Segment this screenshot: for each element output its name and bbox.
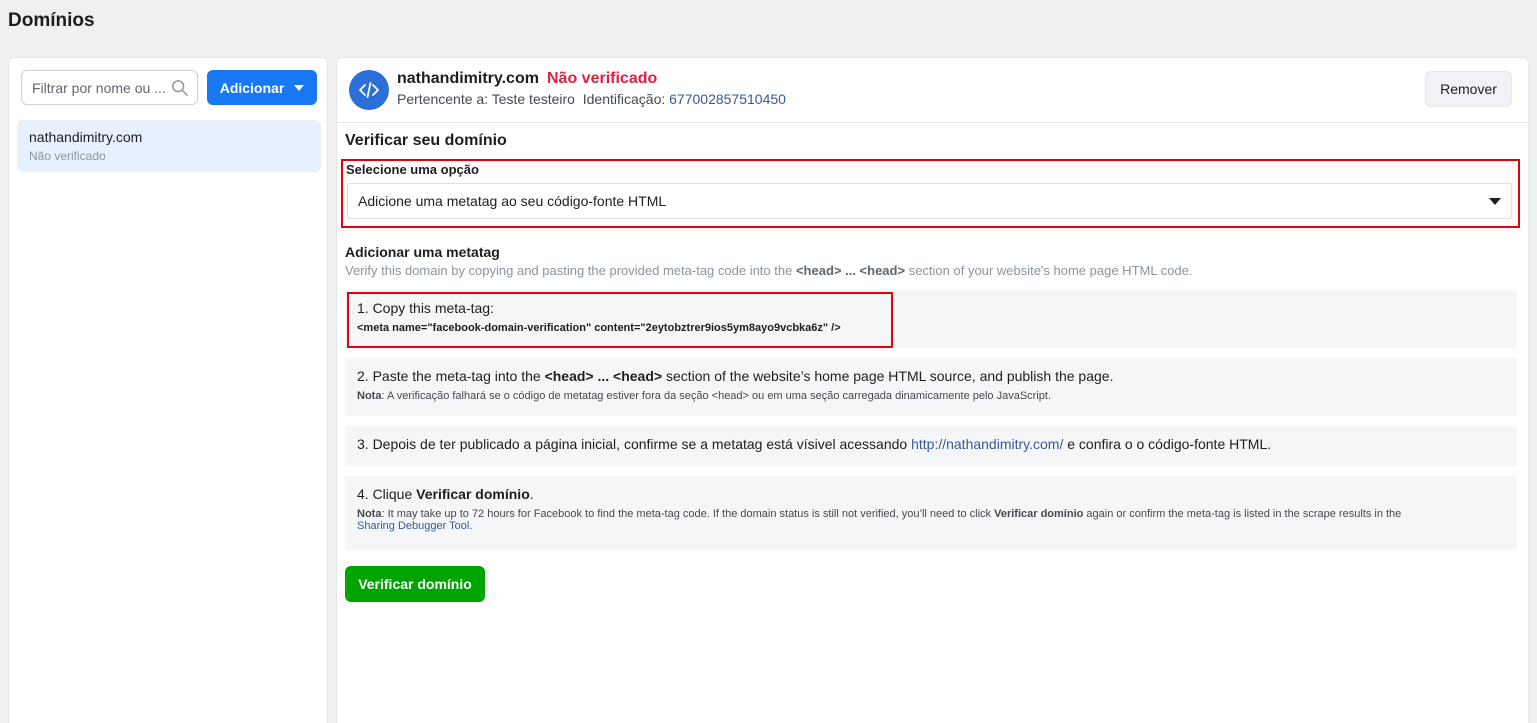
select-value: Adicione uma metatag ao seu código-fonte…: [358, 193, 667, 209]
domain-detail-panel: nathandimitry.com Não verificado Pertenc…: [336, 57, 1529, 723]
step2-note: Nota: A verificação falhará se o código …: [357, 390, 1505, 402]
step3-text: 3. Depois de ter publicado a página inic…: [357, 436, 1505, 452]
step4-bold: Verificar domínio: [416, 486, 530, 502]
option-select-group: Selecione uma opção Adicione uma metatag…: [341, 159, 1520, 228]
note-text: : It may take up to 72 hours for Faceboo…: [381, 508, 995, 520]
detail-header: nathandimitry.com Não verificado Pertenc…: [337, 58, 1528, 123]
step2-suffix: section of the website’s home page HTML …: [662, 368, 1114, 384]
remove-button[interactable]: Remover: [1425, 71, 1512, 107]
note-text-cont: again or confirm the meta-tag is listed …: [1083, 508, 1402, 520]
step2-tag: <head> ... <head>: [544, 368, 663, 384]
owner-name: Teste testeiro: [491, 91, 575, 107]
step3-prefix: 3. Depois de ter publicado a página inic…: [357, 436, 912, 452]
meta-desc-tag: <head> ... <head>: [795, 263, 906, 278]
caret-down-icon: [294, 84, 305, 91]
step-paste-metatag: 2. Paste the meta-tag into the <head> ..…: [345, 358, 1517, 416]
id-label: Identificação:: [582, 91, 666, 107]
select-label: Selecione uma opção: [346, 162, 479, 177]
step2-text: 2. Paste the meta-tag into the <head> ..…: [357, 368, 1505, 384]
domain-item-name: nathandimitry.com: [29, 129, 143, 145]
search-icon[interactable]: [171, 79, 189, 97]
step4-suffix: .: [529, 486, 534, 502]
meta-desc-text: Verify this domain by copying and pastin…: [345, 263, 796, 278]
domain-item-status: Não verificado: [29, 149, 106, 163]
search-field[interactable]: [21, 70, 198, 105]
homepage-link[interactable]: http://nathandimitry.com/: [911, 436, 1063, 452]
step4-prefix: 4. Clique: [357, 486, 417, 502]
verify-section-title: Verificar seu domínio: [345, 132, 507, 149]
add-button[interactable]: Adicionar: [207, 70, 317, 105]
note-bold: Verificar domínio: [994, 508, 1084, 520]
add-button-label: Adicionar: [219, 79, 285, 96]
step2-prefix: 2. Paste the meta-tag into the: [357, 368, 545, 384]
caret-down-icon: [1489, 197, 1501, 205]
meta-desc-text-end: section of your website's home page HTML…: [905, 263, 1193, 278]
status-badge: Não verificado: [547, 70, 658, 87]
domain-avatar: [349, 70, 389, 110]
code-icon: [359, 82, 379, 98]
note-label: Nota: [357, 508, 382, 520]
domain-title: nathandimitry.com: [397, 70, 539, 87]
step-copy-metatag: 1. Copy this meta-tag: <meta name="faceb…: [345, 290, 1517, 348]
page-title: Domínios: [8, 10, 95, 31]
meta-section-title: Adicionar uma metatag: [345, 244, 500, 260]
owner-label: Pertencente a:: [397, 91, 489, 107]
id-value[interactable]: 677002857510450: [669, 91, 786, 107]
verification-method-select[interactable]: Adicione uma metatag ao seu código-fonte…: [347, 183, 1512, 219]
note-end: .: [469, 520, 473, 532]
step-click-verify: 4. Clique Verificar domínio. Nota: It ma…: [345, 476, 1517, 550]
step3-suffix: e confira o o código-fonte HTML.: [1063, 436, 1272, 452]
search-input[interactable]: [32, 79, 170, 96]
step4-text: 4. Clique Verificar domínio.: [357, 486, 1505, 502]
domain-list-panel: Adicionar nathandimitry.com Não verifica…: [8, 57, 328, 723]
domain-list-item[interactable]: nathandimitry.com Não verificado: [17, 120, 321, 172]
owner-line: Pertencente a: Teste testeiro Identifica…: [397, 91, 786, 107]
step-confirm-metatag: 3. Depois de ter publicado a página inic…: [345, 426, 1517, 466]
highlight-box: [347, 292, 893, 348]
sharing-debugger-link[interactable]: Sharing Debugger Tool: [357, 520, 469, 532]
meta-description: Verify this domain by copying and pastin…: [345, 263, 1193, 278]
step4-note: Nota: It may take up to 72 hours for Fac…: [357, 508, 1505, 532]
verify-domain-button[interactable]: Verificar domínio: [345, 566, 485, 602]
note-text: : A verificação falhará se o código de m…: [381, 390, 1052, 402]
note-label: Nota: [357, 390, 382, 402]
